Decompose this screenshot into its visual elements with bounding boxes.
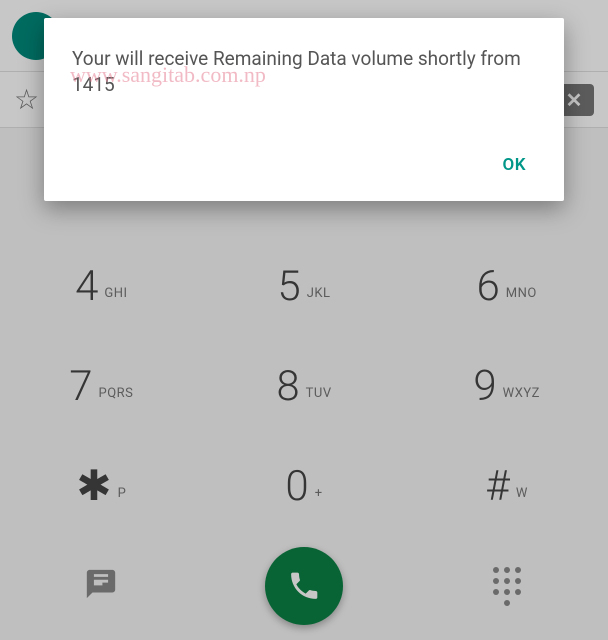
ok-button[interactable]: OK xyxy=(493,147,537,183)
dialog-message: Your will receive Remaining Data volume … xyxy=(72,46,536,97)
dialog-actions: OK xyxy=(72,147,536,183)
ussd-dialog: Your will receive Remaining Data volume … xyxy=(44,18,564,201)
